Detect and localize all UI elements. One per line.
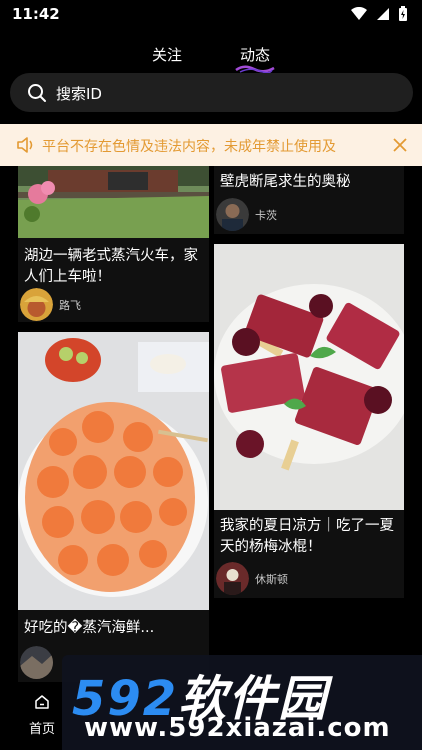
post-author-name: 卡茨 xyxy=(255,208,277,222)
speaker-icon xyxy=(17,137,33,153)
post-card-popsicle[interactable]: 我家的夏日凉方｜吃了一夏天的杨梅冰棍！ 休斯顿 xyxy=(214,244,404,598)
search-input[interactable]: 搜索ID xyxy=(56,83,102,104)
post-card-shrimp[interactable]: 好吃的�蒸汽海鲜... xyxy=(18,332,209,682)
tab-follow[interactable]: 关注 xyxy=(152,44,182,65)
post-image xyxy=(18,332,209,610)
close-icon[interactable] xyxy=(392,137,408,153)
post-author: 卡茨 xyxy=(216,198,277,231)
post-author-name: 休斯顿 xyxy=(255,572,288,586)
post-card-gecko[interactable]: 壁虎断尾求生的奥秘 卡茨 xyxy=(214,166,404,234)
post-image xyxy=(18,166,209,238)
status-icons xyxy=(350,6,408,22)
avatar xyxy=(216,198,249,231)
post-author-name: 路飞 xyxy=(59,298,81,312)
signal-icon xyxy=(377,8,389,20)
post-title: 好吃的�蒸汽海鲜... xyxy=(24,620,155,636)
search-bar[interactable]: 搜索ID xyxy=(10,73,413,112)
post-title: 我家的夏日凉方｜吃了一夏天的杨梅冰棍！ xyxy=(220,518,394,555)
avatar xyxy=(20,646,53,679)
watermark-url: www.592xiazai.com xyxy=(84,713,391,743)
home-icon xyxy=(35,695,49,709)
wifi-icon xyxy=(351,7,367,20)
top-tabs: 关注 动态 xyxy=(0,40,422,74)
avatar xyxy=(216,562,249,595)
watermark: 592软件园 www.592xiazai.com xyxy=(62,655,422,750)
nav-home-label: 首页 xyxy=(28,722,55,737)
status-bar: 11:42 xyxy=(0,0,422,30)
search-icon xyxy=(28,84,46,102)
post-image xyxy=(214,244,404,510)
post-author: 路飞 xyxy=(20,288,81,321)
notice-text: 平台不存在色情及违法内容，未成年禁止使用及 xyxy=(42,139,336,155)
post-author: 休斯顿 xyxy=(216,562,288,595)
notice-banner: 平台不存在色情及违法内容，未成年禁止使用及 xyxy=(0,124,422,166)
nav-home[interactable]: 首页 xyxy=(24,690,60,737)
post-author xyxy=(20,646,59,679)
avatar xyxy=(20,288,53,321)
post-title: 湖边一辆老式蒸汽火车，家人们上车啦！ xyxy=(24,248,198,285)
post-card-train[interactable]: 湖边一辆老式蒸汽火车，家人们上车啦！ 路飞 xyxy=(18,166,209,322)
battery-icon xyxy=(399,6,407,21)
status-time: 11:42 xyxy=(12,5,60,23)
post-title: 壁虎断尾求生的奥秘 xyxy=(220,174,351,190)
